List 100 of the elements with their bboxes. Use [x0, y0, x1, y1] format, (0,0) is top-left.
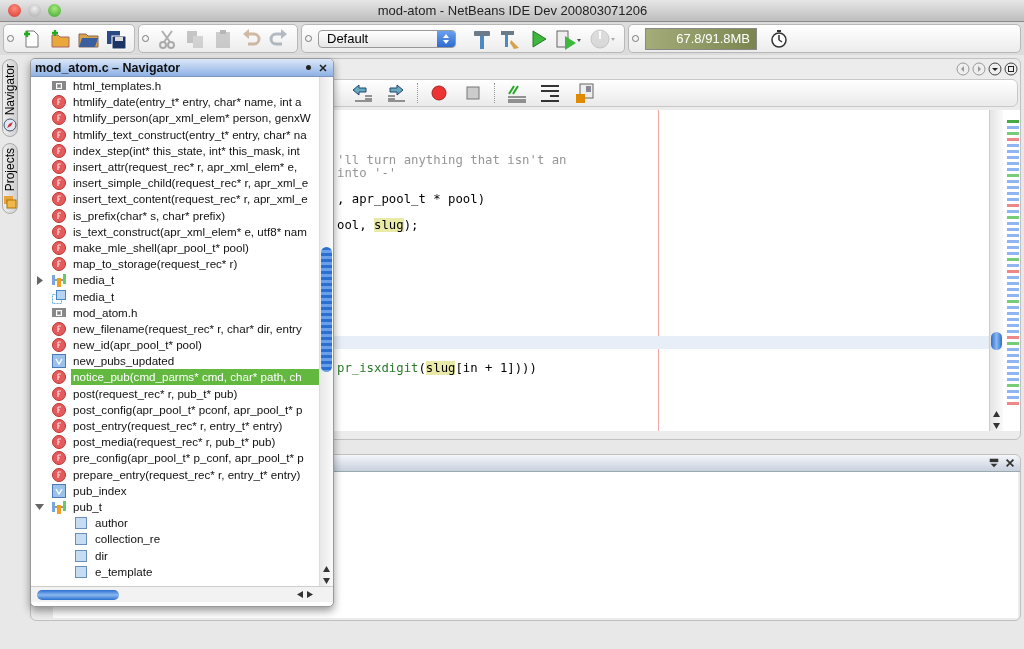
- navigator-item[interactable]: htmlify_date(entry_t* entry, char* name, int a: [71, 94, 304, 111]
- function-icon: [51, 126, 67, 143]
- close-button[interactable]: [8, 4, 21, 17]
- navigator-item[interactable]: media_t: [71, 272, 117, 289]
- minimize-icon[interactable]: [988, 457, 1000, 469]
- side-tab[interactable]: Projects: [2, 143, 18, 214]
- expanded-arrow-icon[interactable]: [35, 502, 45, 512]
- function-icon: [51, 369, 67, 386]
- function-icon: [51, 207, 67, 224]
- compass-icon: [3, 118, 17, 133]
- code-line: pr_isxdigit(slug[in + 1]))): [337, 362, 537, 375]
- code-line: 'll turn anything that isn't an: [337, 154, 567, 167]
- navigator-item[interactable]: media_t: [71, 288, 117, 305]
- dropdown-icon[interactable]: [988, 62, 1002, 76]
- code-line: into '-': [337, 167, 397, 180]
- navigator-item[interactable]: insert_simple_child(request_rec* r, apr_xml_e: [71, 175, 311, 192]
- function-icon: [51, 142, 67, 159]
- navigator-item[interactable]: htmlify_text_construct(entry_t* entry, char* na: [71, 126, 309, 143]
- function-icon: [51, 175, 67, 192]
- function-icon: [51, 320, 67, 337]
- gauge-icon: [589, 27, 617, 50]
- collapsed-arrow-icon[interactable]: [35, 275, 45, 285]
- navigator-item[interactable]: e_template: [93, 563, 155, 580]
- field-icon: [73, 563, 89, 580]
- navigator-item[interactable]: index_step(int* this_state, int* this_mask, int: [71, 142, 302, 159]
- navigator-item[interactable]: new_filename(request_rec* r, char* dir, entry: [71, 320, 304, 337]
- window-title: mod-atom - NetBeans IDE Dev 200803071206: [376, 3, 649, 18]
- field-icon: [73, 547, 89, 564]
- folders-icon: [3, 194, 17, 209]
- shift-left-icon: [351, 82, 373, 104]
- field-icon: [73, 531, 89, 548]
- uncomment-lines-icon: [539, 82, 561, 104]
- function-icon: [51, 159, 67, 176]
- struct-icon: [51, 272, 67, 289]
- c-file-icon: [573, 82, 595, 104]
- function-icon: [51, 401, 67, 418]
- shift-right-icon: [385, 82, 407, 104]
- horizontal-scrollbar[interactable]: [31, 586, 333, 602]
- folder-plus-icon: [49, 27, 71, 50]
- function-icon: [51, 223, 67, 240]
- navigator-item[interactable]: insert_attr(request_rec* r, apr_xml_elem* e,: [71, 159, 300, 176]
- function-icon: [51, 110, 67, 127]
- scroll-arrows-icon[interactable]: [322, 564, 331, 586]
- function-icon: [51, 256, 67, 273]
- scrollbar-thumb[interactable]: [321, 247, 332, 372]
- navigator-item[interactable]: author: [93, 515, 130, 532]
- function-icon: [51, 434, 67, 451]
- close-icon[interactable]: [319, 63, 327, 72]
- variable-icon: [51, 353, 67, 370]
- navigator-item[interactable]: dir: [93, 547, 110, 564]
- configuration-dropdown[interactable]: Default: [318, 29, 456, 48]
- function-icon: [51, 450, 67, 467]
- field-icon: [73, 515, 89, 532]
- scroll-arrows-icon[interactable]: [295, 590, 315, 599]
- code-line: , apr_pool_t * pool): [337, 193, 486, 206]
- navigator-item[interactable]: prepare_entry(request_rec* r, entry_t* entry): [71, 466, 303, 483]
- navigator-item[interactable]: make_mle_shell(apr_pool_t* pool): [71, 239, 251, 256]
- scrollbar-thumb[interactable]: [37, 589, 119, 600]
- navigator-item[interactable]: new_pubs_updated: [71, 353, 177, 370]
- scroll-arrows-icon[interactable]: [992, 409, 1001, 431]
- navigator-title: mod_atom.c – Navigator: [35, 60, 182, 75]
- navigator-item[interactable]: pub_index: [71, 482, 129, 499]
- navigator-item[interactable]: post(request_rec* r, pub_t* pub): [71, 385, 240, 402]
- debug-play-icon: [555, 27, 583, 50]
- navigator-item[interactable]: pre_config(apr_pool_t* p_conf, apr_pool_t* p: [71, 450, 306, 467]
- navigator-item[interactable]: htmlify_person(apr_xml_elem* person, genxW: [71, 110, 313, 127]
- navigator-item[interactable]: is_text_construct(apr_xml_elem* e, utf8* nam: [71, 223, 309, 240]
- stepper-icon: [437, 30, 455, 47]
- typedef-icon: [51, 288, 67, 305]
- navigator-item[interactable]: post_entry(request_rec* r, entry_t* entry): [71, 418, 285, 435]
- navigator-item[interactable]: mod_atom.h: [71, 304, 140, 321]
- navigator-item[interactable]: post_config(apr_pool_t* pconf, apr_pool_t* p: [71, 401, 305, 418]
- stopwatch-icon: [768, 27, 790, 50]
- struct-icon: [51, 498, 67, 515]
- record-icon: [428, 82, 450, 104]
- navigator-item[interactable]: collection_re: [93, 531, 163, 548]
- scroll-left-icon[interactable]: [956, 62, 970, 76]
- function-icon: [51, 239, 67, 256]
- navigator-item[interactable]: pub_t: [71, 498, 104, 515]
- function-icon: [51, 191, 67, 208]
- vertical-scrollbar[interactable]: [989, 110, 1003, 431]
- function-icon: [51, 94, 67, 111]
- function-icon: [51, 418, 67, 435]
- close-icon[interactable]: [1004, 457, 1016, 469]
- side-tab[interactable]: Navigator: [2, 59, 18, 138]
- navigator-item[interactable]: map_to_storage(request_rec* r): [71, 256, 240, 273]
- maximize-icon[interactable]: [1004, 62, 1018, 76]
- function-icon: [51, 466, 67, 483]
- navigator-item[interactable]: post_media(request_rec* r, pub_t* pub): [71, 434, 278, 451]
- function-icon: [51, 337, 67, 354]
- vertical-scrollbar[interactable]: [319, 77, 333, 586]
- scrollbar-thumb[interactable]: [991, 332, 1002, 350]
- navigator-item[interactable]: html_templates.h: [71, 78, 164, 95]
- navigator-item[interactable]: is_prefix(char* s, char* prefix): [71, 207, 228, 224]
- code-line: ool, slug);: [337, 219, 419, 232]
- navigator-item[interactable]: insert_text_content(request_rec* r, apr_xml_e: [71, 191, 310, 208]
- variable-icon: [51, 482, 67, 499]
- function-icon: [51, 385, 67, 402]
- navigator-item[interactable]: new_id(apr_pool_t* pool): [71, 337, 204, 354]
- pin-icon[interactable]: [306, 65, 311, 70]
